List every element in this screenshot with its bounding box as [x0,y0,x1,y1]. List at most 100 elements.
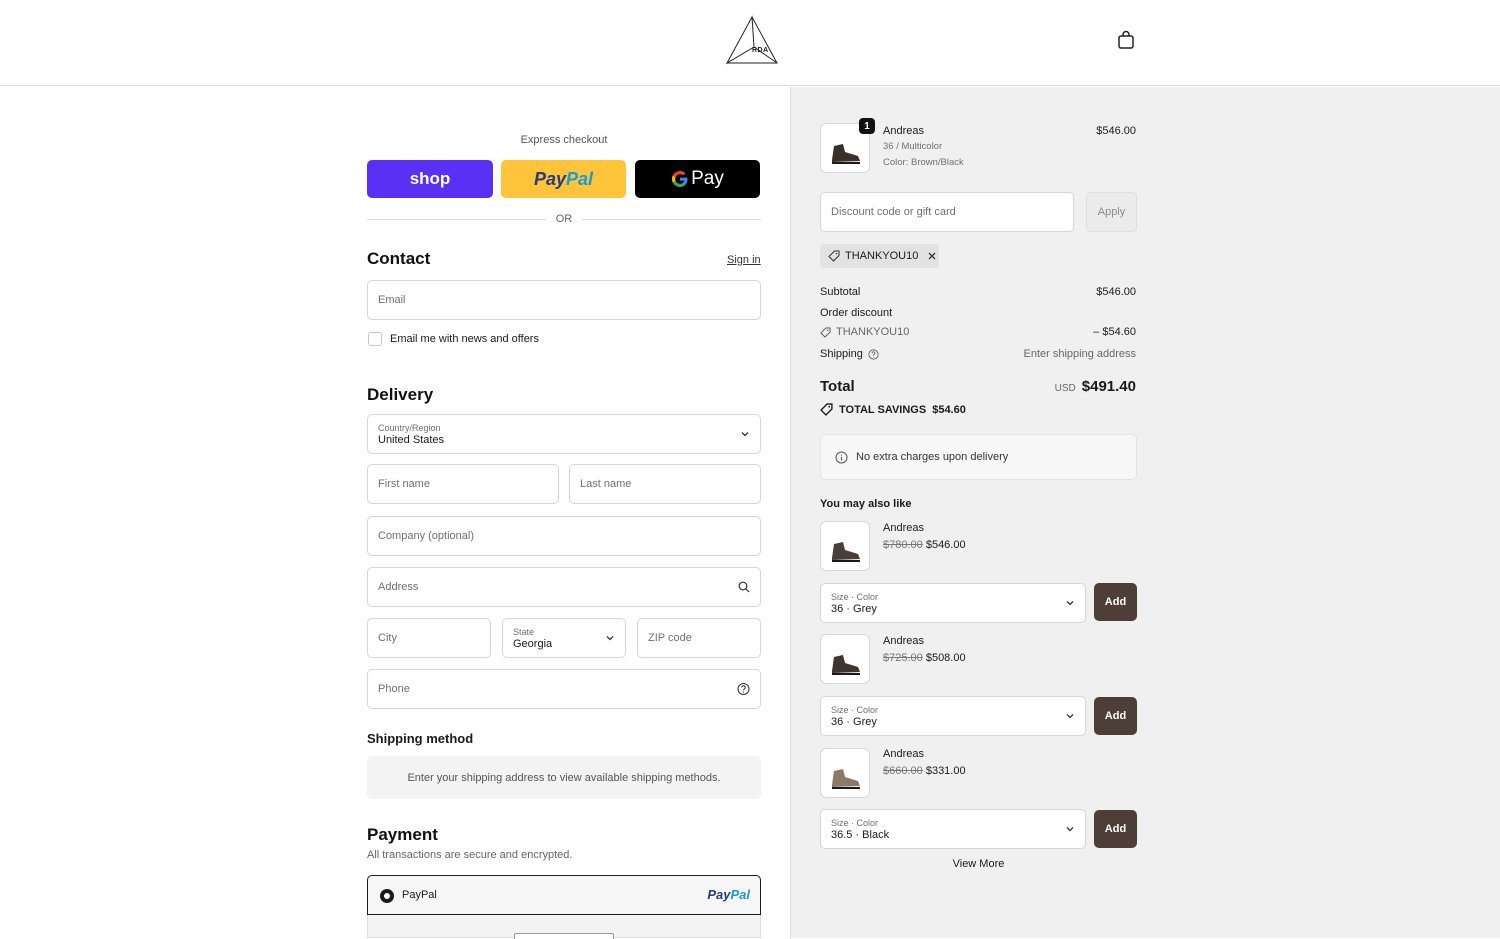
upsell-item-name: Andreas [883,635,924,647]
help-circle-icon[interactable] [868,348,879,360]
payment-subtitle: All transactions are secure and encrypte… [367,849,573,861]
country-label: Country/Region [378,423,441,433]
paypal-logo: PayPal [533,168,594,189]
newsletter-checkbox[interactable] [368,332,382,346]
shipping-value: Enter shipping address [1023,348,1136,360]
subtotal-label: Subtotal [820,286,861,298]
search-icon [738,581,750,593]
cart-bag-icon[interactable] [1116,30,1136,50]
shipping-method-heading: Shipping method [367,731,474,746]
upsell-item-image[interactable] [820,521,870,571]
paypal-option-logo: PayPal [707,887,750,902]
chevron-down-icon [1066,714,1074,719]
variant-select-value: 36 · Grey [831,603,877,615]
upsell-item-prices: $725.00 $508.00 [883,652,966,664]
discount-code-input[interactable]: Discount code or gift card [820,192,1074,232]
email-field[interactable]: Email [367,280,761,320]
chevron-down-icon [741,432,749,437]
total-label: Total [820,378,855,395]
city-field[interactable]: City [367,618,491,658]
shipping-row: Shipping [820,348,879,360]
address-placeholder: Address [378,581,419,593]
upsell-add-button[interactable]: Add [1094,810,1137,848]
country-select[interactable]: Country/Region United States [367,414,761,454]
brand-logo-icon[interactable] [724,14,780,66]
upsell-item-image[interactable] [820,748,870,798]
cart-item-color: Color: Brown/Black [883,157,964,168]
cart-item-price: $546.00 [1096,125,1136,137]
newsletter-label: Email me with news and offers [390,333,539,345]
subtotal-value: $546.00 [1096,286,1136,298]
upsell-item-old-price: $780.00 [883,539,923,551]
google-pay-label: Pay [691,168,724,189]
upsell-item-name: Andreas [883,522,924,534]
total-savings-row: TOTAL SAVINGS $54.60 [820,403,966,416]
total-savings-value: $54.60 [932,403,966,416]
or-label: OR [555,213,573,225]
email-placeholder: Email [378,294,406,306]
last-name-field[interactable]: Last name [569,464,761,504]
chevron-down-icon [1066,601,1074,606]
applied-discount-code: THANKYOU10 [845,250,919,262]
delivery-info-box: No extra charges upon delivery [820,434,1137,480]
upsell-item-prices: $660.00 $331.00 [883,765,966,777]
total-savings-label: TOTAL SAVINGS [839,403,927,416]
sign-in-link[interactable]: Sign in [727,254,761,266]
applied-discount-tag: THANKYOU10 [820,244,939,268]
upsell-variant-select[interactable]: Size · Color 36 · Grey [820,696,1086,736]
order-discount-code-row: THANKYOU10 [820,326,909,338]
variant-select-label: Size · Color [831,818,879,828]
upsell-item-prices: $780.00 $546.00 [883,539,966,551]
help-circle-icon[interactable] [737,683,750,696]
upsell-variant-select[interactable]: Size · Color 36 · Grey [820,583,1086,623]
tag-icon [828,250,840,262]
chevron-down-icon [606,636,614,641]
remove-discount-icon[interactable] [927,251,937,261]
total-currency: USD [1054,383,1076,394]
shop-pay-button[interactable]: shop [367,160,493,198]
state-select[interactable]: State Georgia [502,618,626,658]
order-discount-label: Order discount [820,307,893,319]
upsell-item-price: $546.00 [925,539,966,551]
country-value: United States [378,434,445,446]
state-value: Georgia [513,638,553,650]
city-placeholder: City [378,632,397,644]
paypal-payment-option[interactable]: PayPal PayPal [367,875,761,915]
view-more-link[interactable]: View More [820,858,1137,870]
upsell-variant-select[interactable]: Size · Color 36.5 · Black [820,809,1086,849]
phone-placeholder: Phone [378,683,410,695]
site-header: RDA [0,0,1500,86]
shop-pay-label: shop [409,169,451,188]
contact-heading: Contact [367,249,431,268]
boot-icon [832,769,860,789]
paypal-button[interactable]: PayPal [501,160,626,198]
variant-select-label: Size · Color [831,592,879,602]
paypal-option-details [367,915,761,939]
savings-tag-icon [820,403,833,416]
upsell-item-image[interactable] [820,634,870,684]
apply-discount-button[interactable]: Apply [1086,192,1137,232]
first-name-field[interactable]: First name [367,464,559,504]
upsell-item-price: $331.00 [925,765,966,777]
boot-icon [832,655,860,675]
paypal-radio[interactable] [380,889,394,903]
phone-field[interactable]: Phone [367,669,761,709]
cart-item-quantity-badge: 1 [859,118,875,134]
company-placeholder: Company (optional) [378,530,474,542]
upsell-item-price: $508.00 [925,652,966,664]
chevron-down-icon [1066,827,1074,832]
google-pay-button[interactable]: Pay [635,160,760,198]
boot-icon [832,542,860,562]
delivery-heading: Delivery [367,385,434,404]
upsell-item-old-price: $725.00 [883,652,923,664]
or-divider: OR [367,212,761,226]
state-label: State [513,627,535,637]
zip-field[interactable]: ZIP code [637,618,761,658]
logo-text: RDA [752,47,769,54]
order-discount-value: – $54.60 [1093,326,1136,338]
address-field[interactable]: Address [367,567,761,607]
upsell-add-button[interactable]: Add [1094,583,1137,621]
company-field[interactable]: Company (optional) [367,516,761,556]
upsell-add-button[interactable]: Add [1094,697,1137,735]
tag-icon [820,326,831,338]
